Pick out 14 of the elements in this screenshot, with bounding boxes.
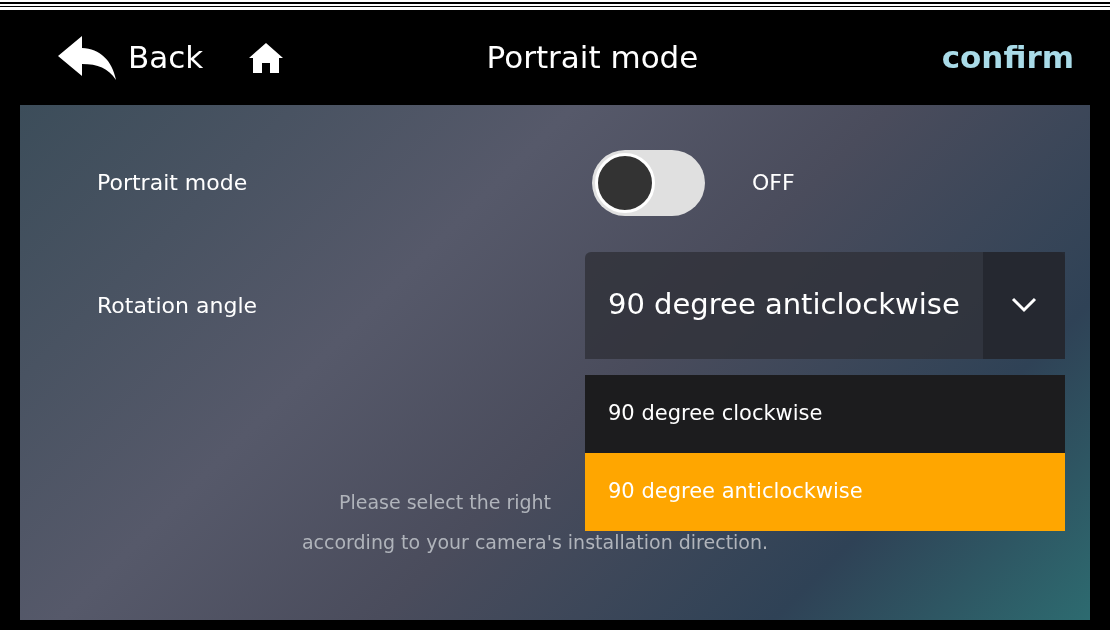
back-button[interactable]: Back xyxy=(58,34,204,81)
home-button[interactable] xyxy=(249,42,284,73)
toggle-state-text: OFF xyxy=(752,169,795,197)
setting-label: Rotation angle xyxy=(97,291,259,320)
hint-text: according to your camera's installation direction. xyxy=(301,530,769,555)
dropdown-option[interactable]: 90 degree clockwise xyxy=(585,375,1065,453)
confirm-button[interactable]: confirm xyxy=(941,34,1074,81)
home-icon xyxy=(249,42,284,73)
page-title: Portrait mode xyxy=(485,38,700,78)
setting-label: Portrait mode xyxy=(97,169,249,197)
dropdown-select[interactable]: 90 degree anticlockwise xyxy=(585,251,1065,359)
hint-text: Please select the right xyxy=(339,490,552,515)
back-arrow-icon xyxy=(58,35,116,80)
chevron-down-icon xyxy=(1011,297,1037,313)
